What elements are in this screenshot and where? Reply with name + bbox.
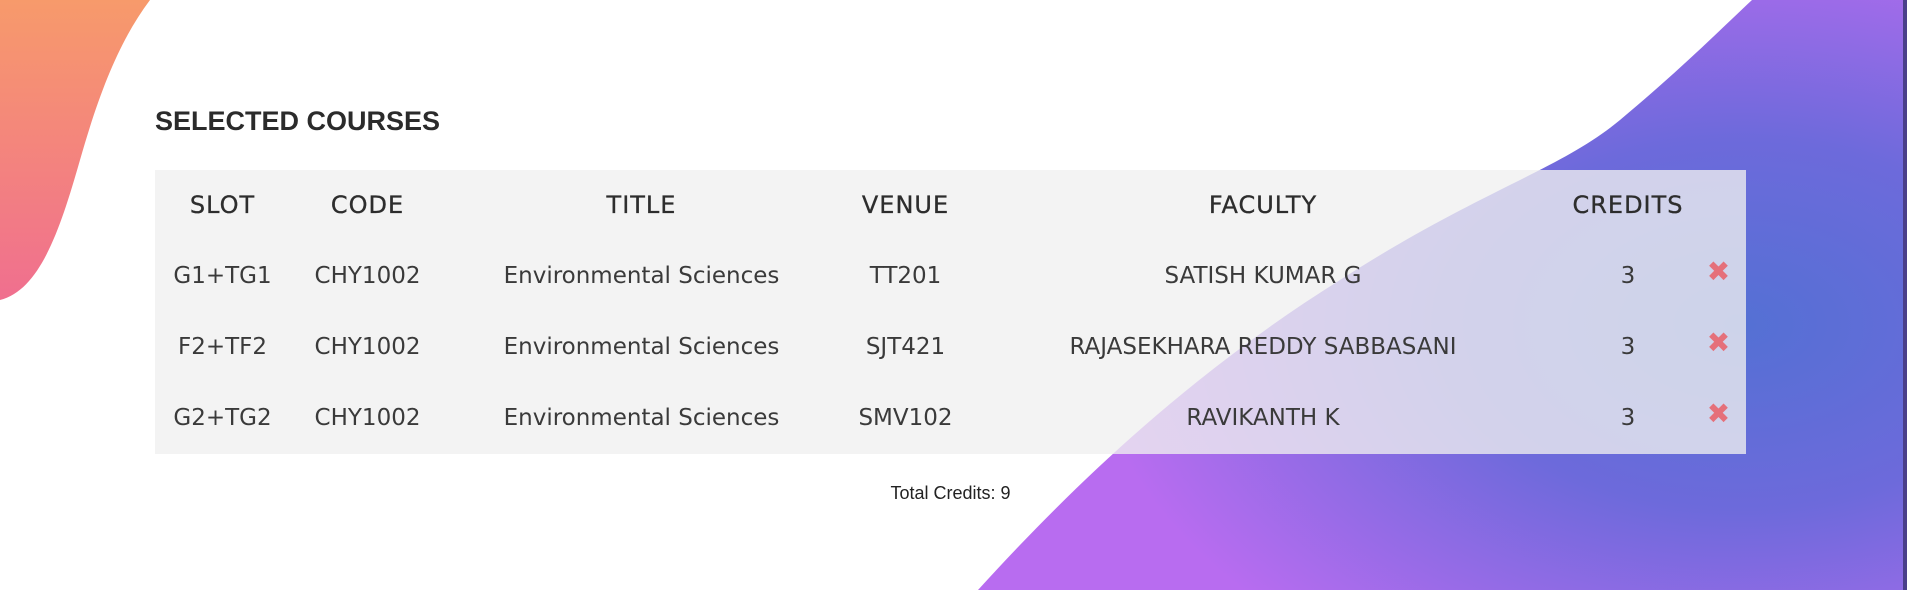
cell-title: Environmental Sciences	[503, 404, 780, 431]
table-row: G2+TG2 CHY1002 Environmental Sciences SM…	[155, 382, 1746, 453]
courses-table-container: SLOT CODE TITLE VENUE FACULTY CREDITS G1…	[155, 170, 1746, 454]
remove-x-icon[interactable]: ✖	[1707, 255, 1730, 288]
cell-remove: ✖	[1703, 240, 1746, 311]
header-title: TITLE	[606, 191, 677, 219]
cell-remove: ✖	[1703, 382, 1746, 453]
page: SELECTED COURSES SLOT CODE TITLE VENUE F…	[0, 0, 1907, 590]
courses-table: SLOT CODE TITLE VENUE FACULTY CREDITS G1…	[155, 170, 1746, 453]
table-header-row: SLOT CODE TITLE VENUE FACULTY CREDITS	[155, 170, 1746, 240]
cell-faculty: RAVIKANTH K	[1186, 404, 1340, 431]
selected-courses-section: SELECTED COURSES SLOT CODE TITLE VENUE F…	[155, 100, 1746, 503]
cell-code: CHY1002	[314, 404, 421, 431]
cell-faculty: RAJASEKHARA REDDY SABBASANI	[1069, 333, 1457, 360]
total-credits: Total Credits: 9	[890, 483, 1011, 503]
cell-remove: ✖	[1703, 311, 1746, 382]
table-row: G1+TG1 CHY1002 Environmental Sciences TT…	[155, 240, 1746, 311]
header-credits: CREDITS	[1572, 191, 1684, 219]
cell-credits: 3	[1620, 262, 1636, 289]
cell-credits: 3	[1620, 404, 1636, 431]
cell-credits: 3	[1620, 333, 1636, 360]
cell-venue: SMV102	[858, 404, 953, 431]
cell-code: CHY1002	[314, 262, 421, 289]
table-row: F2+TF2 CHY1002 Environmental Sciences SJ…	[155, 311, 1746, 382]
cell-venue: TT201	[869, 262, 942, 289]
cell-slot: G2+TG2	[173, 404, 272, 431]
orange-blob	[0, 0, 150, 300]
cell-title: Environmental Sciences	[503, 333, 780, 360]
cell-venue: SJT421	[865, 333, 946, 360]
header-slot: SLOT	[189, 191, 256, 219]
cell-title: Environmental Sciences	[503, 262, 780, 289]
cell-slot: F2+TF2	[177, 333, 268, 360]
remove-x-icon[interactable]: ✖	[1707, 326, 1730, 359]
section-title: SELECTED COURSES	[155, 106, 441, 136]
header-actions	[1703, 170, 1746, 240]
header-faculty: FACULTY	[1208, 191, 1318, 219]
cell-faculty: SATISH KUMAR G	[1164, 262, 1362, 289]
remove-x-icon[interactable]: ✖	[1707, 397, 1730, 430]
cell-code: CHY1002	[314, 333, 421, 360]
header-code: CODE	[330, 191, 405, 219]
header-venue: VENUE	[861, 191, 950, 219]
cell-slot: G1+TG1	[173, 262, 272, 289]
